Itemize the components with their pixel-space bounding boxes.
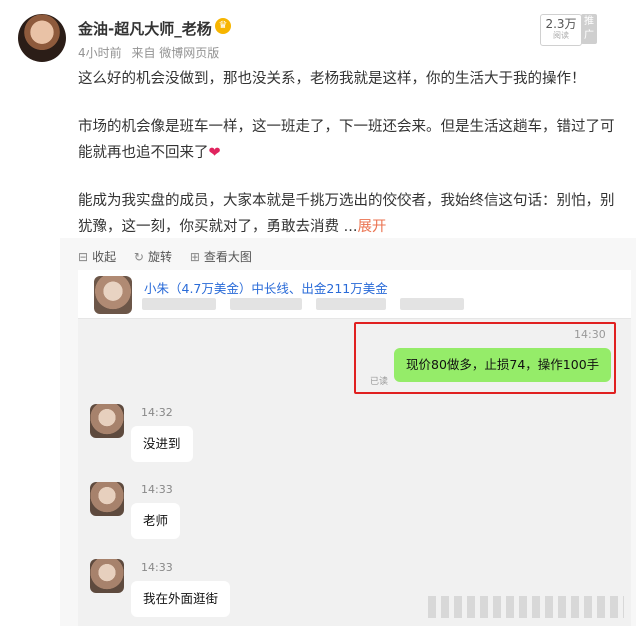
post-paragraph-1: 这么好的机会没做到，那也没关系，老杨我就是这样，你的生活大于我的操作！ <box>78 71 586 87</box>
sent-message-bubble: 现价80做多，止损74，操作100手 <box>394 348 612 382</box>
expand-link[interactable]: 展开 <box>357 219 386 235</box>
image-toolbar: ⊟ 收起 ↻ 旋转 ⊞ 查看大图 <box>78 248 266 265</box>
received-message-bubble: 我在外面逛街 <box>131 581 231 617</box>
post-paragraph-3: 能成为我实盘的成员，大家本就是千挑万选出的佼佼者，我始终信这句话：别怕，别犹豫，… <box>78 188 623 240</box>
author-avatar[interactable] <box>18 14 66 62</box>
post-paragraph-2-text: 市场的机会像是班车一样，这一班走了，下一班还会来。但是生活这趟车，错过了可能就再… <box>78 119 615 161</box>
collapse-label: 收起 <box>92 250 117 264</box>
message-avatar <box>90 482 124 516</box>
view-count-label: 阅读 <box>553 31 569 40</box>
received-message-bubble: 老师 <box>131 503 181 539</box>
crown-badge-icon: ♛ <box>215 18 231 34</box>
author-name[interactable]: 金油-超凡大师_老杨 <box>78 18 212 39</box>
promote-button[interactable]: 推广 <box>581 14 597 44</box>
rotate-icon: ↻ <box>133 250 144 264</box>
post-paragraph-2: 市场的机会像是班车一样，这一班走了，下一班还会来。但是生活这趟车，错过了可能就再… <box>78 114 623 166</box>
message-avatar <box>90 404 124 438</box>
read-receipt: 已读 <box>370 377 389 387</box>
chat-header: 小朱（4.7万美金）中长线、出金211万美金 <box>78 270 631 319</box>
heart-emoji-icon: ❤ <box>208 145 221 161</box>
post-meta: 4小时前 来自 微博网页版 <box>78 44 225 61</box>
collapse-icon: ⊟ <box>78 250 89 264</box>
received-message-bubble: 没进到 <box>131 426 193 462</box>
view-large-button[interactable]: ⊞ 查看大图 <box>190 250 252 264</box>
view-count: 2.3万 阅读 <box>540 14 582 46</box>
message-time: 14:33 <box>141 561 173 574</box>
message-avatar <box>90 559 124 593</box>
collapse-button[interactable]: ⊟ 收起 <box>78 250 116 264</box>
ellipsis: ... <box>343 219 358 235</box>
message-time: 14:32 <box>141 406 173 419</box>
watermark <box>428 596 624 618</box>
blurred-text <box>142 298 472 312</box>
chat-contact-avatar <box>94 276 132 314</box>
message-time: 14:33 <box>141 483 173 496</box>
post-source: 来自 微博网页版 <box>131 46 220 60</box>
view-count-number: 2.3万 <box>545 17 577 31</box>
rotate-label: 旋转 <box>147 250 172 264</box>
view-large-icon: ⊞ <box>189 250 200 264</box>
post-time[interactable]: 4小时前 <box>78 46 122 60</box>
view-large-label: 查看大图 <box>203 250 252 264</box>
chat-title: 小朱（4.7万美金）中长线、出金211万美金 <box>144 281 388 296</box>
sent-message-time: 14:30 <box>574 328 606 341</box>
rotate-button[interactable]: ↻ 旋转 <box>134 250 172 264</box>
